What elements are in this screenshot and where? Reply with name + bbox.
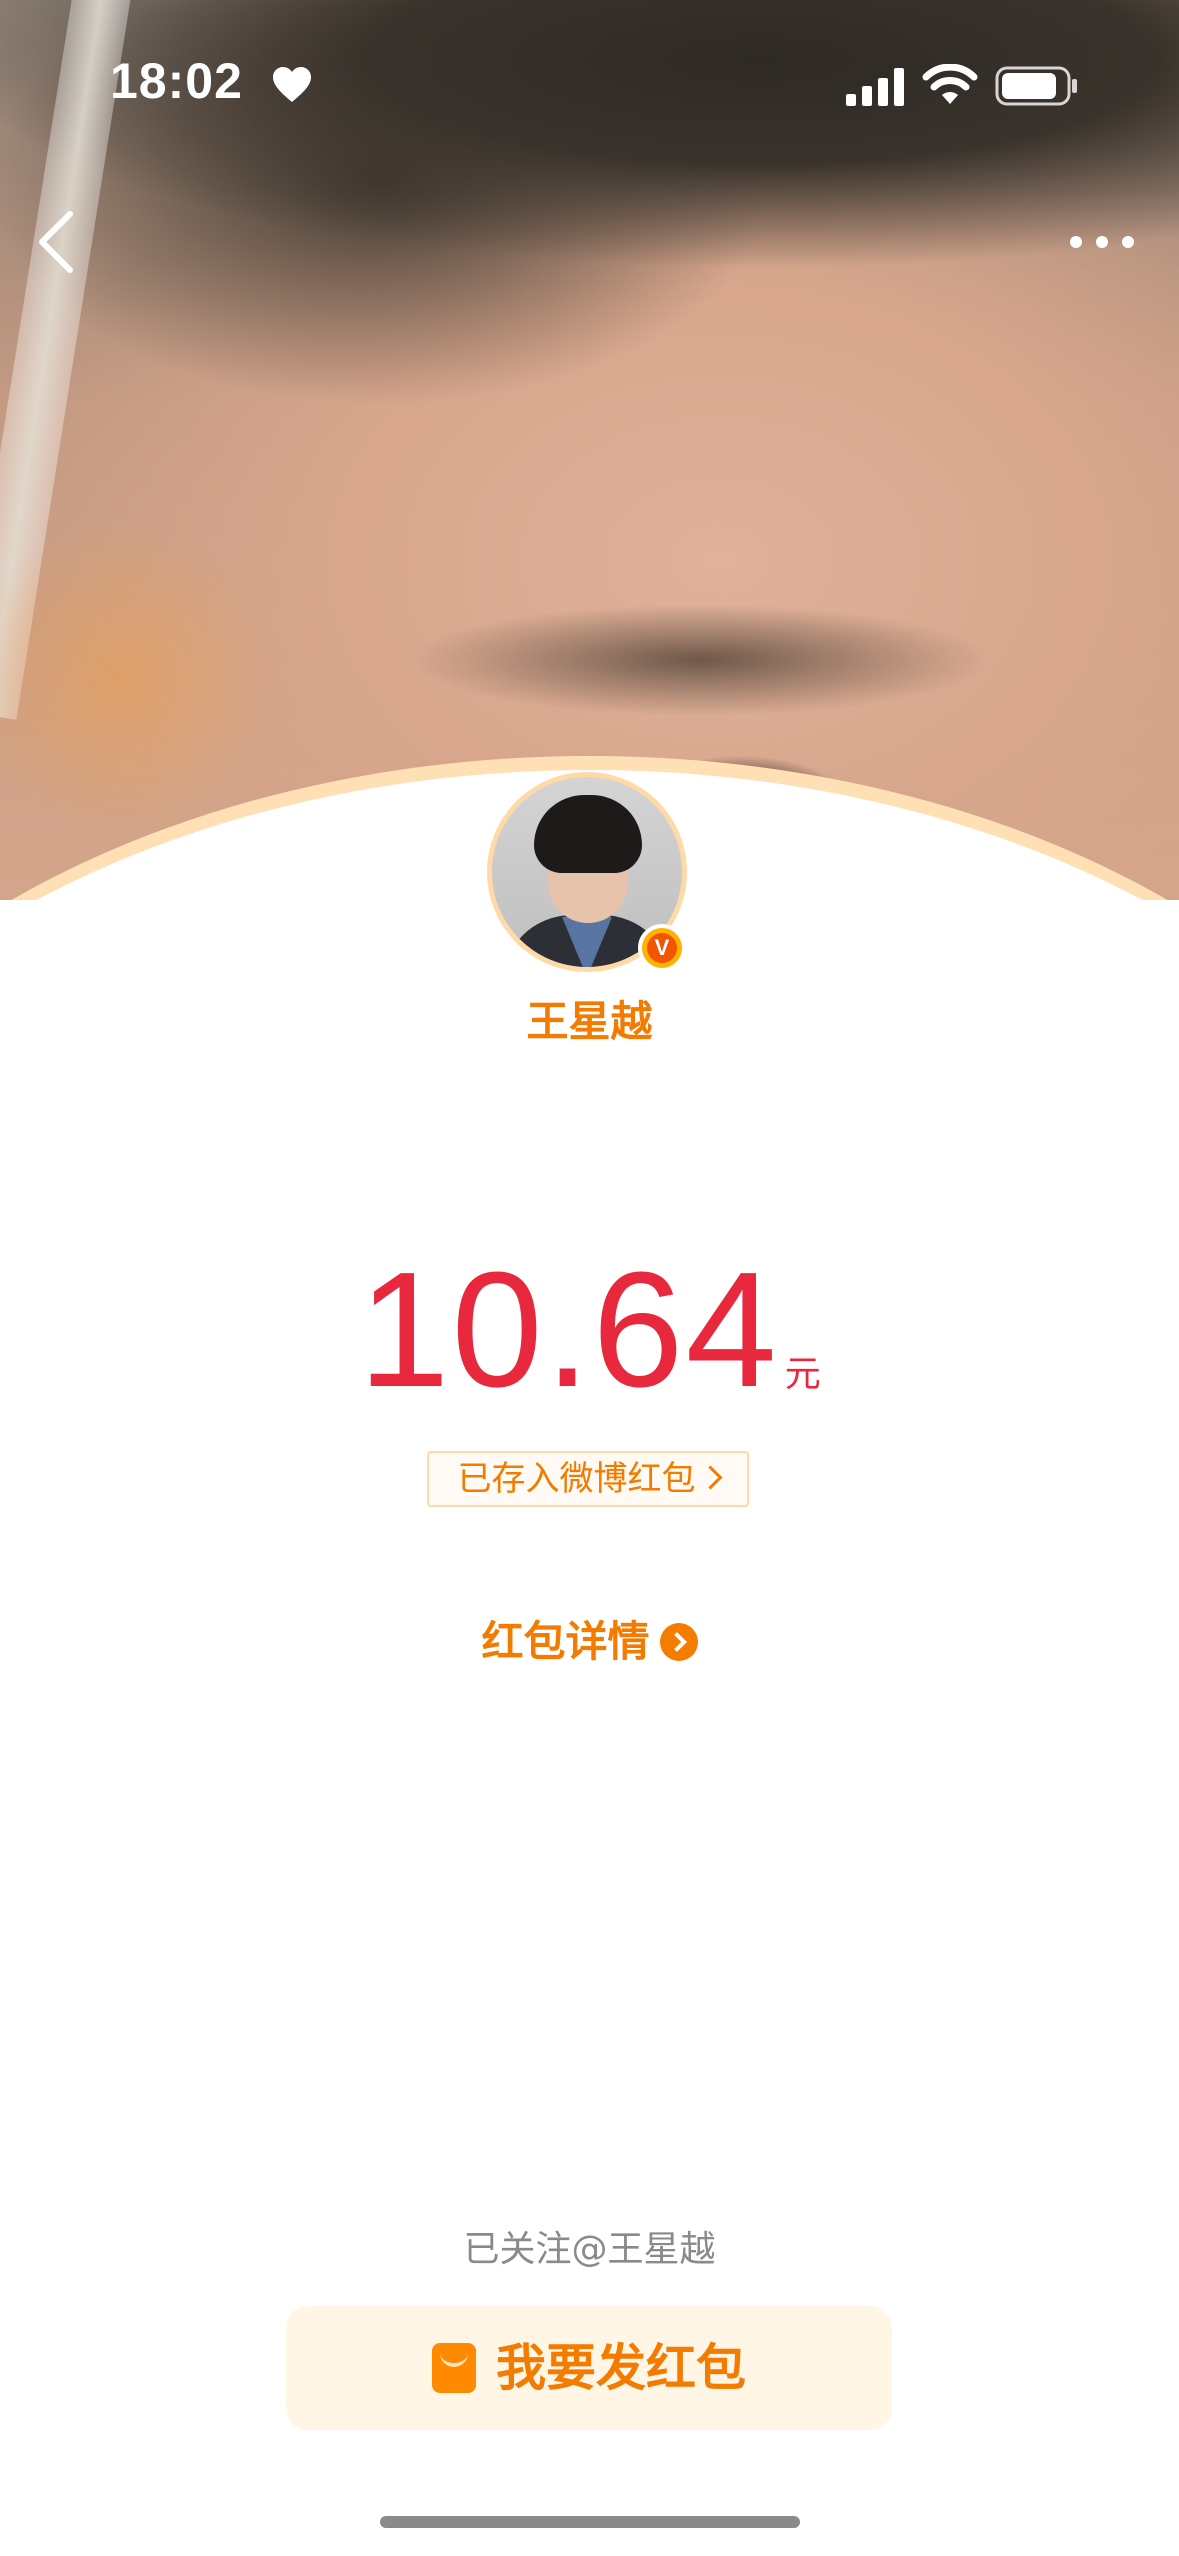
verified-badge-icon: V [638, 924, 686, 972]
red-packet-icon [432, 2343, 476, 2393]
red-packet-details-link[interactable]: 红包详情 [0, 1612, 1179, 1672]
signal-icon [846, 68, 904, 106]
verified-badge-letter: V [647, 933, 677, 963]
sender-name[interactable]: 王星越 [0, 988, 1179, 1049]
chevron-right-icon [697, 1465, 723, 1490]
arrow-circle-right-icon [659, 1623, 698, 1661]
battery-icon [995, 66, 1077, 106]
send-red-packet-label: 我要发红包 [496, 2339, 746, 2397]
home-indicator[interactable] [380, 2516, 800, 2528]
more-options-button[interactable] [1060, 220, 1144, 264]
saved-to-wallet-link[interactable]: 已存入微博红包 [427, 1451, 749, 1507]
followed-status-text: 已关注@王星越 [463, 2229, 716, 2270]
heart-icon [273, 67, 311, 102]
wifi-icon [922, 64, 978, 104]
red-packet-result-screen: 18:02 V 王星越 10.64 元 已存入微博红包 红包详情 已关注@王星越… [0, 0, 1179, 2556]
status-time: 18:02 [110, 53, 243, 109]
amount-value: 10.64 [358, 1238, 779, 1421]
amount-unit: 元 [784, 1354, 821, 1395]
send-red-packet-button[interactable]: 我要发红包 [286, 2306, 892, 2430]
red-packet-details-label: 红包详情 [481, 1617, 650, 1666]
back-button[interactable] [28, 206, 88, 278]
saved-to-wallet-label: 已存入微博红包 [457, 1459, 696, 1499]
hero-banner [0, 0, 1179, 900]
amount-display: 10.64 元 [0, 1240, 1179, 1420]
